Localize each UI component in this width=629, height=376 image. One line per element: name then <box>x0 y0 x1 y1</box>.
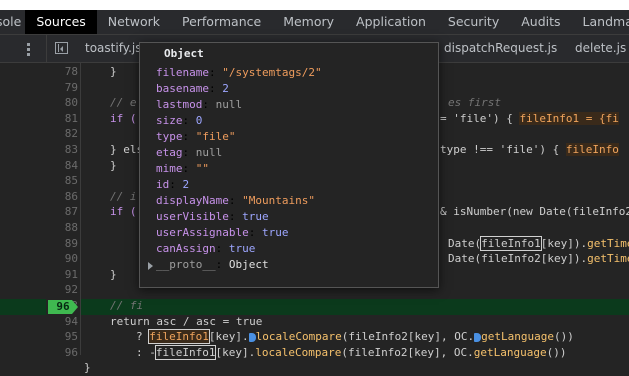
line-number[interactable]: 95 <box>46 329 78 345</box>
line-number[interactable]: 79 <box>46 80 78 96</box>
more-options-icon[interactable] <box>27 43 31 58</box>
code-line: return asc / asc = true <box>110 314 263 328</box>
line-number[interactable]: 86 <box>46 189 78 205</box>
property-row: size: 0 <box>156 114 203 127</box>
line-number[interactable]: 89 <box>46 236 78 252</box>
tab-memory[interactable]: Memory <box>272 10 345 34</box>
tab-security[interactable]: Security <box>437 10 510 34</box>
property-row: userVisible: true <box>156 210 269 223</box>
expand-triangle-icon[interactable] <box>148 262 153 270</box>
property-row: mime: "" <box>156 162 209 175</box>
line-number[interactable]: 94 <box>46 314 78 330</box>
breakpoint-marker-icon[interactable] <box>248 332 256 342</box>
object-inspector-popover[interactable]: Object filename: "/systemtags/2" basenam… <box>139 42 439 288</box>
popover-title: Object <box>164 47 204 60</box>
property-row: lastmod: null <box>156 98 243 111</box>
line-number[interactable]: 78 <box>46 64 78 80</box>
toggle-navigator-icon[interactable] <box>55 42 68 54</box>
code-line: Date(fileInfo2[key]).getTime <box>448 252 629 266</box>
execution-line-number: 96 <box>56 300 70 313</box>
file-tab-delete[interactable]: delete.js <box>575 41 626 55</box>
line-number[interactable]: 90 <box>46 251 78 267</box>
code-line: Date(fileInfo1[key]).getTime <box>448 235 629 251</box>
tab-console[interactable]: sole <box>0 10 25 34</box>
divider <box>46 35 47 62</box>
file-tab-toastify[interactable]: toastify.js <box>85 41 142 55</box>
property-row: userAssignable: true <box>156 226 289 239</box>
line-number[interactable]: 92 <box>46 282 78 298</box>
property-row: type: "file" <box>156 130 236 143</box>
code-line: es first <box>448 96 501 110</box>
tab-performance[interactable]: Performance <box>171 10 272 34</box>
line-number[interactable]: 87 <box>46 204 78 220</box>
tab-application[interactable]: Application <box>345 10 437 34</box>
line-number[interactable]: 81 <box>46 111 78 127</box>
line-number[interactable]: 80 <box>46 95 78 111</box>
line-number[interactable]: 82 <box>46 126 78 142</box>
line-number[interactable]: 83 <box>46 142 78 158</box>
line-number[interactable]: 91 <box>46 267 78 283</box>
proto-row[interactable]: __proto__: Object <box>156 257 269 273</box>
line-number[interactable]: 85 <box>46 173 78 189</box>
property-row: id: 2 <box>156 178 190 191</box>
property-row: etag: null <box>156 146 223 159</box>
code-line: type !== 'file') { fileInfo <box>440 143 619 156</box>
property-row: displayName: "Mountains" <box>156 194 315 207</box>
tab-network[interactable]: Network <box>97 10 171 34</box>
file-tab-dispatchrequest[interactable]: dispatchRequest.js <box>444 41 557 55</box>
code-line: : -fileInfo1[key].localeCompare(fileInfo… <box>136 344 567 360</box>
code-line-current: ? fileInfo1[key]. localeCompare(fileInfo2… <box>136 329 574 345</box>
window-top-strip <box>0 0 629 10</box>
line-number[interactable]: 88 <box>46 220 78 236</box>
devtools-panel-tabs: sole Sources Network Performance Memory … <box>0 10 629 35</box>
tab-sources[interactable]: Sources <box>25 10 97 34</box>
property-row: basename: 2 <box>156 82 229 95</box>
tab-landmarks[interactable]: Landmarks <box>572 10 629 34</box>
tab-audits[interactable]: Audits <box>510 10 571 34</box>
line-number[interactable]: 96 <box>46 345 78 361</box>
code-line: & isNumber(new Date(fileInfo2 <box>440 205 629 219</box>
property-row: canAssign: true <box>156 242 256 255</box>
line-number[interactable]: 84 <box>46 158 78 174</box>
property-row: filename: "/systemtags/2" <box>156 66 322 79</box>
code-line: } <box>84 361 91 375</box>
code-line: = 'file') { fileInfo1 = {fi <box>440 111 619 125</box>
